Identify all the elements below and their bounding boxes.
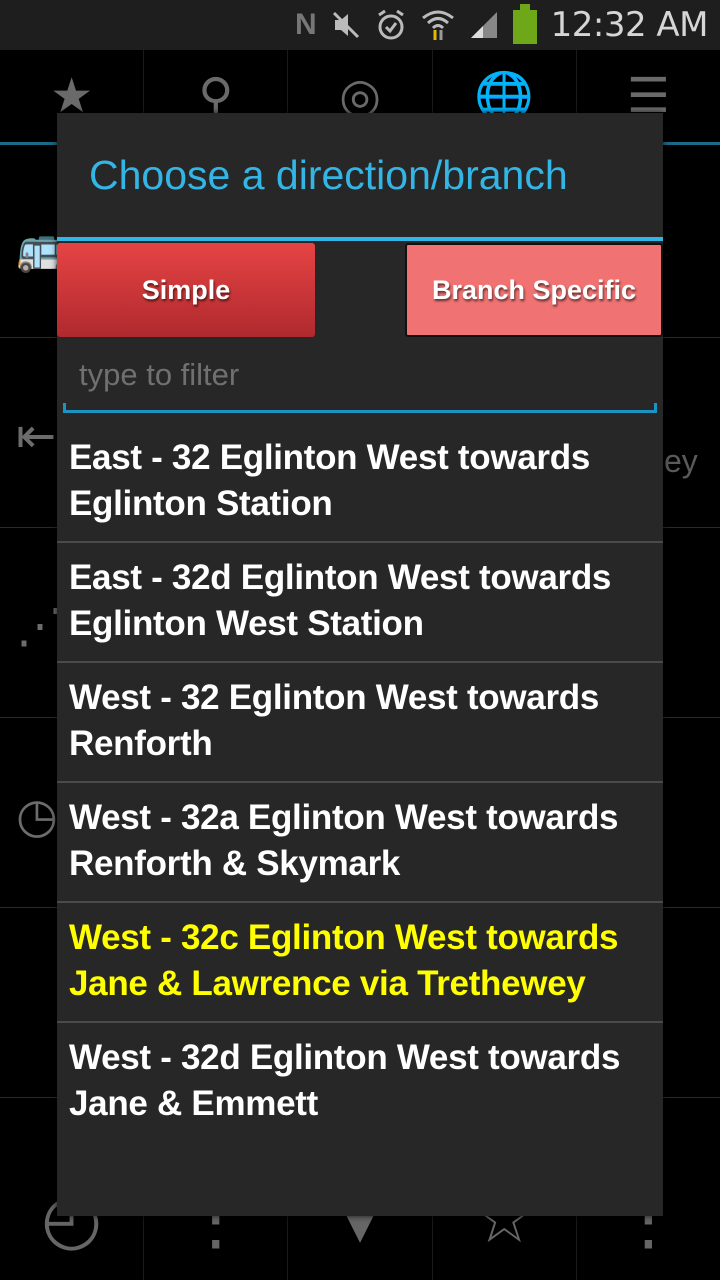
direction-item[interactable]: West - 32d Eglinton West towards Jane & … bbox=[57, 1021, 663, 1141]
direction-item[interactable]: East - 32d Eglinton West towards Eglinto… bbox=[57, 541, 663, 661]
direction-item-highlighted[interactable]: West - 32c Eglinton West towards Jane & … bbox=[57, 901, 663, 1021]
simple-button[interactable]: Simple bbox=[57, 243, 315, 337]
mode-toggle: Simple Branch Specific bbox=[57, 241, 663, 341]
background-row-text: ey bbox=[664, 443, 698, 479]
filter-field bbox=[63, 341, 657, 419]
direction-item[interactable]: East - 32 Eglinton West towards Eglinton… bbox=[57, 419, 663, 541]
signal-icon bbox=[469, 10, 499, 40]
direction-item[interactable]: West - 32 Eglinton West towards Renforth bbox=[57, 661, 663, 781]
direction-dialog: Choose a direction/branch Simple Branch … bbox=[57, 113, 663, 1216]
signpost-icon: ⇤ bbox=[16, 410, 57, 463]
nfc-icon: N bbox=[294, 8, 317, 41]
mute-icon bbox=[331, 10, 361, 40]
clock-icon: ◷ bbox=[16, 790, 58, 843]
branch-specific-button[interactable]: Branch Specific bbox=[405, 243, 663, 337]
battery-icon bbox=[512, 4, 537, 44]
direction-item[interactable]: West - 32a Eglinton West towards Renfort… bbox=[57, 781, 663, 901]
dialog-title: Choose a direction/branch bbox=[57, 113, 663, 241]
wifi-icon bbox=[421, 8, 455, 42]
filter-input[interactable] bbox=[63, 343, 657, 407]
clock-time: 12:32 AM bbox=[550, 5, 709, 45]
alarm-icon bbox=[375, 9, 407, 41]
filter-underline bbox=[63, 403, 657, 413]
status-bar: N 12:32 AM bbox=[0, 0, 720, 50]
direction-list: East - 32 Eglinton West towards Eglinton… bbox=[57, 419, 663, 1141]
